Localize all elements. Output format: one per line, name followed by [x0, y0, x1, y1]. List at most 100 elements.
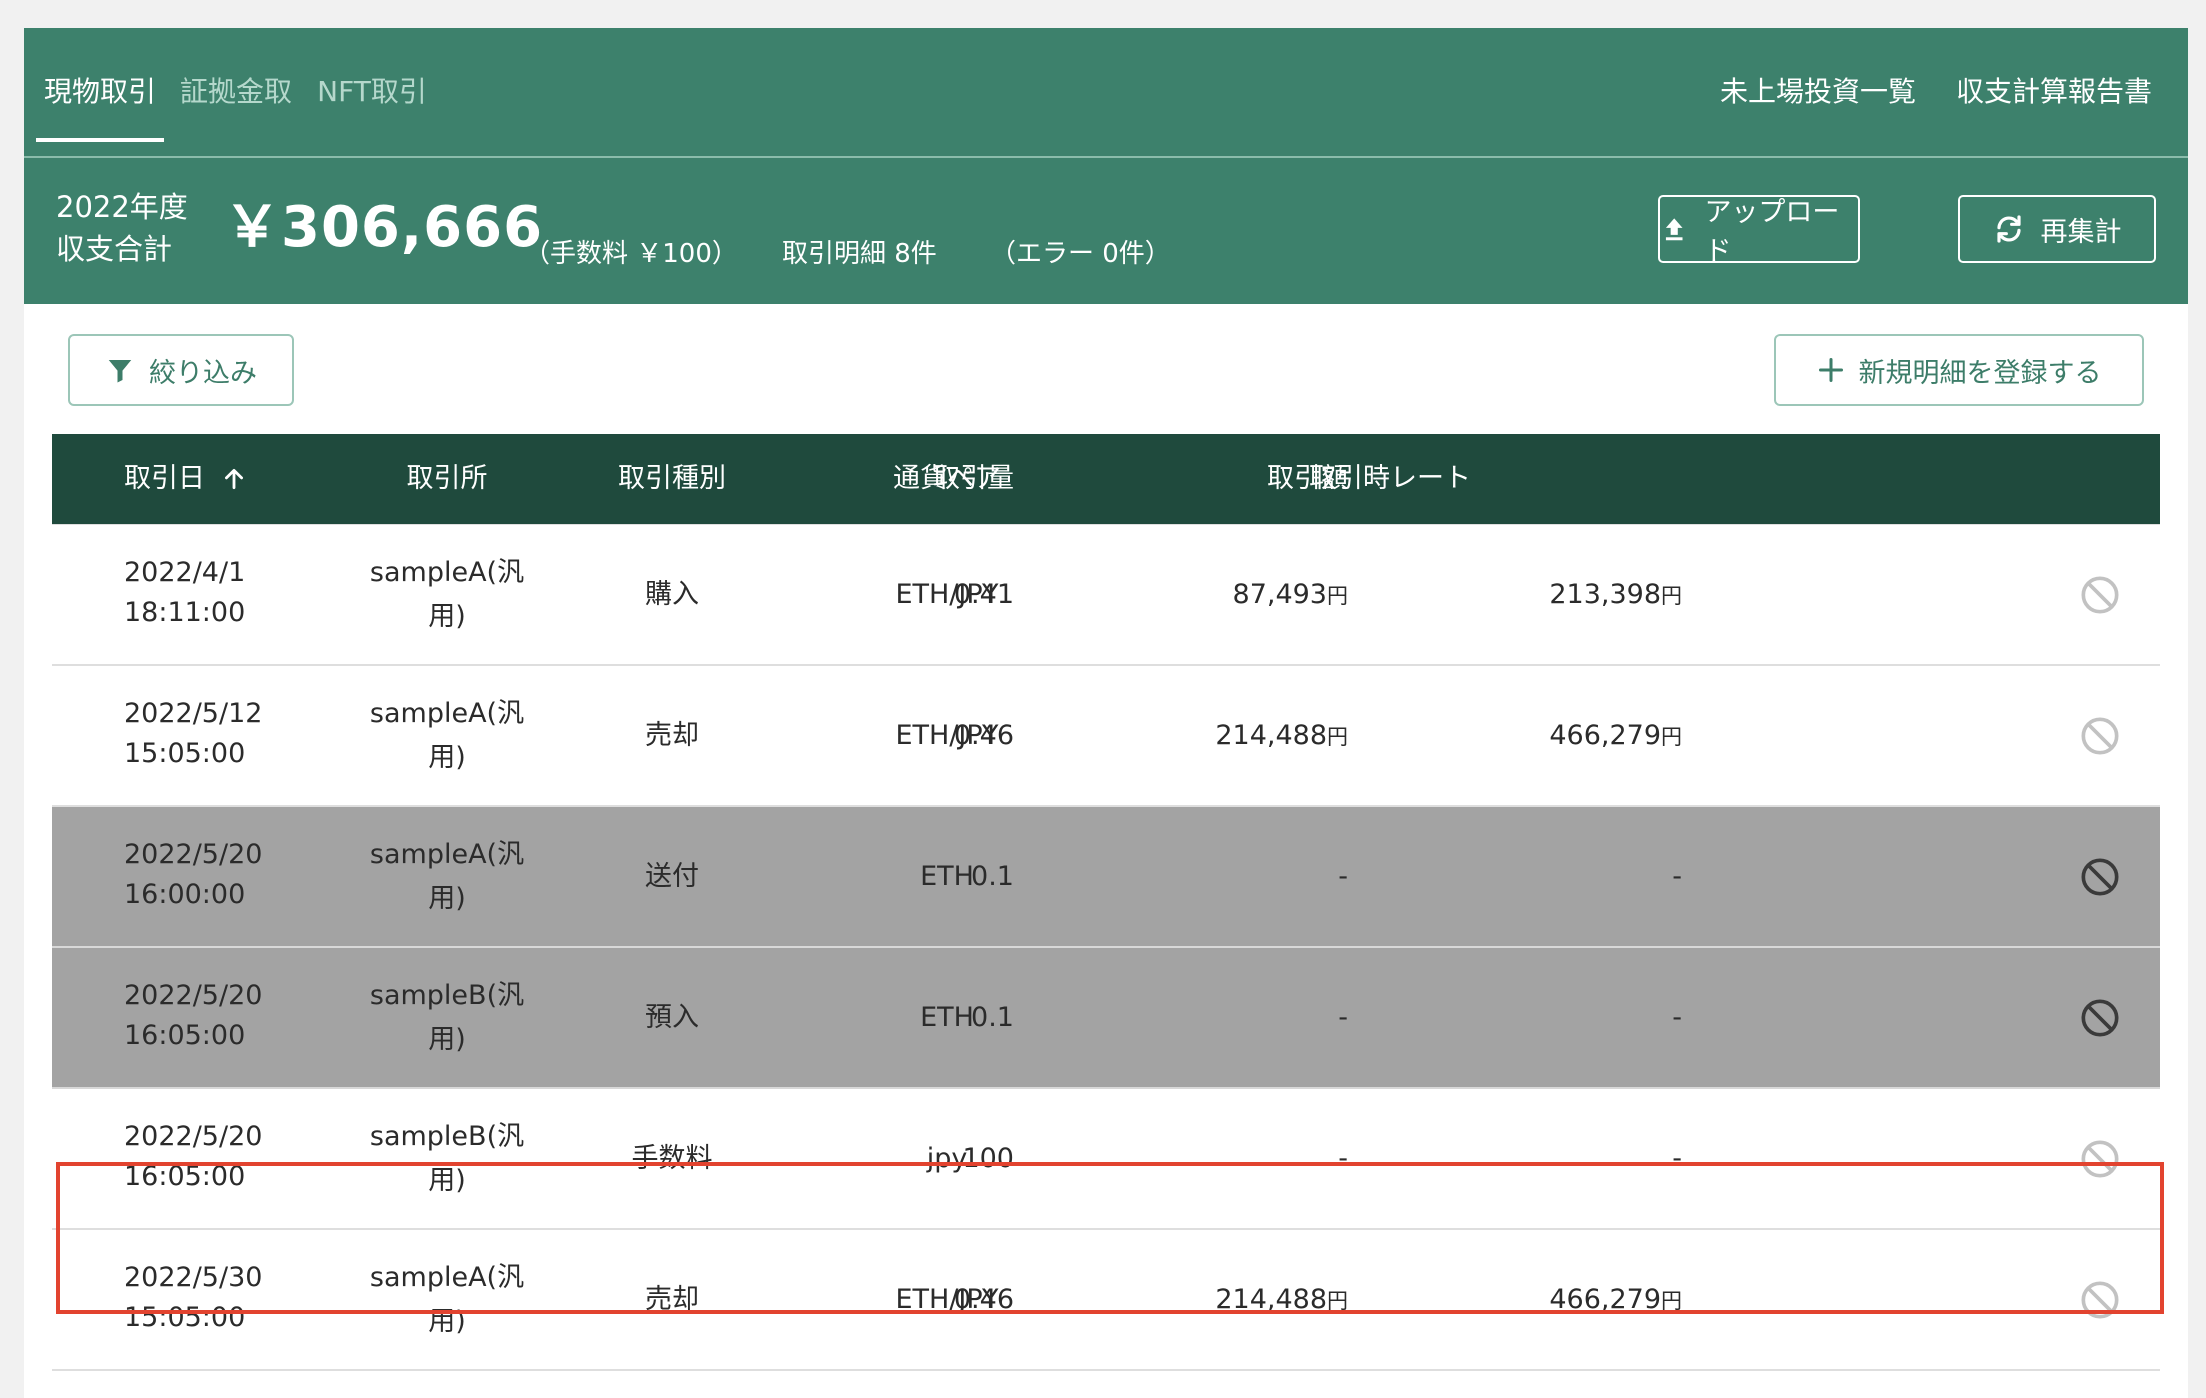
time-text: 15:05:00	[124, 738, 246, 769]
cell-rate: 466,279円	[1549, 666, 1682, 805]
ban-icon[interactable]	[2080, 857, 2120, 897]
cell-exchange: sampleA(汎用)	[352, 692, 542, 780]
tab-bar: 現物取引 証拠金取引 NFT取引 未上場投資一覧 収支計算報告書	[24, 28, 2188, 236]
value-unit: 円	[1327, 1289, 1348, 1313]
cell-exchange: sampleA(汎用)	[352, 833, 542, 921]
exchange-text-line2: 用)	[428, 1306, 466, 1337]
rate-unit: 円	[1661, 1289, 1682, 1313]
date-text: 2022/5/20	[124, 980, 263, 1011]
cell-date: 2022/5/20 16:05:00	[124, 976, 262, 1056]
value-text: 214,488	[1215, 720, 1327, 751]
value-unit: 円	[1327, 725, 1348, 749]
transactions-table: 2022/4/112:05:00sampleA(汎用)購入ETH/JPY199,…	[52, 434, 2160, 1398]
cell-exchange: sampleA(汎用)	[352, 1256, 542, 1344]
table-row[interactable]: 2022/5/20 16:05:00 sampleB(汎 用) 預入 ETH 0.1 - -	[52, 948, 2160, 1089]
tab-margin[interactable]: 証拠金取引	[174, 28, 298, 236]
filter-icon	[108, 360, 132, 383]
cell-rate: -	[1672, 1089, 1682, 1228]
exchange-text-line2: 用)	[428, 601, 466, 632]
cell-pair: ETH	[920, 861, 974, 892]
cell-value: -	[1338, 807, 1348, 946]
ban-icon[interactable]	[2080, 1280, 2120, 1320]
cell-date: 2022/5/12 15:05:00	[124, 694, 262, 774]
date-text: 2022/4/1	[124, 557, 246, 588]
value-text: -	[1338, 1002, 1348, 1033]
arrow-up-icon	[225, 468, 243, 490]
cell-pair: ETH/JPY	[895, 579, 999, 610]
cell-amount: 0.46	[953, 720, 1014, 751]
exchange-text-line2: 用)	[428, 1024, 466, 1055]
cell-rate: -	[1672, 807, 1682, 946]
filter-button[interactable]: 絞り込み	[68, 334, 294, 406]
ban-icon[interactable]	[2080, 716, 2120, 756]
cell-exchange: sampleB(汎 用)	[352, 974, 542, 1062]
upload-label: アップロード	[1704, 197, 1840, 267]
cell-value: 214,488円	[1215, 1230, 1348, 1369]
unlisted-investments-link[interactable]: 未上場投資一覧	[1720, 28, 1916, 156]
time-text: 18:11:00	[124, 597, 246, 628]
summary-panel: 2022年度 収支合計 ￥306,666 （手数料 ￥100） 取引明細 8件 …	[24, 158, 2188, 304]
value-text: -	[1338, 1143, 1348, 1174]
cell-kind: 預入	[645, 1002, 699, 1033]
tab-spot[interactable]: 現物取引	[36, 28, 164, 156]
ban-icon[interactable]	[2080, 1139, 2120, 1179]
cell-kind: 手数料	[631, 1143, 713, 1174]
exchange-text-line1: sampleA(汎	[369, 839, 525, 870]
upload-button[interactable]: アップロード	[1658, 195, 1860, 267]
cell-pair: ETH/JPY	[895, 1284, 999, 1315]
transaction-count: 取引明細 8件	[782, 239, 937, 269]
exchange-text-line2: 用)	[428, 883, 466, 914]
cell-rate: 213,398円	[1549, 525, 1682, 664]
income-report-link[interactable]: 収支計算報告書	[1956, 28, 2152, 156]
value-unit: 円	[1327, 584, 1348, 608]
rate-text: 466,279	[1549, 720, 1661, 751]
tab-nft[interactable]: NFT取引	[312, 28, 432, 156]
ban-icon[interactable]	[2080, 575, 2120, 615]
fee-summary: （手数料 ￥100）	[524, 239, 738, 269]
value-text: 214,488	[1215, 1284, 1327, 1315]
value-text: -	[1338, 861, 1348, 892]
time-text: 15:05:00	[124, 1302, 246, 1333]
cell-exchange: sampleB(汎 用)	[352, 1115, 542, 1203]
total-balance-amount: ￥306,666	[224, 195, 544, 260]
time-text: 16:05:00	[124, 1161, 246, 1192]
table-header: 取引日 取引所 取引種別 通貨ペア 取引量 取引額 取引時レート	[52, 434, 2160, 524]
cell-exchange: sampleA(汎用)	[352, 551, 542, 639]
cell-amount: 100	[962, 1143, 1014, 1174]
exchange-text-line1: sampleA(汎	[369, 698, 525, 729]
error-count: （エラー 0件）	[990, 239, 1171, 269]
add-transaction-button[interactable]: 新規明細を登録する	[1774, 334, 2144, 406]
column-header-exchange: 取引所	[406, 463, 488, 494]
cell-kind: 売却	[645, 1284, 699, 1315]
cell-date: 2022/5/30 15:05:00	[124, 1258, 262, 1338]
recalculate-button[interactable]: 再集計	[1958, 195, 2156, 263]
column-header-rate: 取引時レート	[1309, 463, 1471, 494]
fiscal-year-text: 2022年度	[56, 190, 188, 224]
column-header-date[interactable]: 取引日	[124, 434, 247, 524]
time-text: 16:00:00	[124, 879, 246, 910]
table-row[interactable]: 2022/5/12 15:05:00 sampleA(汎 用) 売却 ETH/JPY 0.4…	[52, 666, 2160, 807]
cell-amount: 0.1	[971, 1002, 1014, 1033]
exchange-text-line2: 用)	[428, 1165, 466, 1196]
cell-date: 2022/5/20 16:00:00	[124, 835, 262, 915]
table-row[interactable]: 2022/5/20 16:05:00 sampleB(汎 用) 手数料 jpy 100 - -	[52, 1089, 2160, 1230]
table-row[interactable]: 2022/4/1 18:11:00 sampleA(汎 用) 購入 ETH/JPY 0.41…	[52, 525, 2160, 666]
cell-pair: jpy	[926, 1143, 968, 1174]
ban-icon[interactable]	[2080, 998, 2120, 1038]
filter-label: 絞り込み	[149, 357, 257, 389]
rate-text: -	[1672, 1143, 1682, 1174]
total-balance-label: 収支合計	[56, 232, 173, 266]
cell-amount: 0.46	[953, 1284, 1014, 1315]
date-header-label: 取引日	[124, 463, 205, 494]
cell-date: 2022/4/1 18:11:00	[124, 553, 245, 633]
add-transaction-label: 新規明細を登録する	[1858, 357, 2102, 389]
rate-text: -	[1672, 861, 1682, 892]
exchange-text-line1: sampleB(汎	[369, 980, 525, 1011]
exchange-text-line2: 用)	[428, 742, 466, 773]
rate-unit: 円	[1661, 584, 1682, 608]
table-row[interactable]: 2022/5/30 15:05:00 sampleA(汎 用) 売却 ETH/JPY 0.4…	[52, 1230, 2160, 1371]
cell-value: 214,488円	[1215, 666, 1348, 805]
table-row[interactable]: 2022/5/20 16:00:00 sampleA(汎 用) 送付 ETH 0.1 - -	[52, 807, 2160, 948]
cell-rate: -	[1672, 948, 1682, 1087]
exchange-text-line1: sampleA(汎	[369, 557, 525, 588]
